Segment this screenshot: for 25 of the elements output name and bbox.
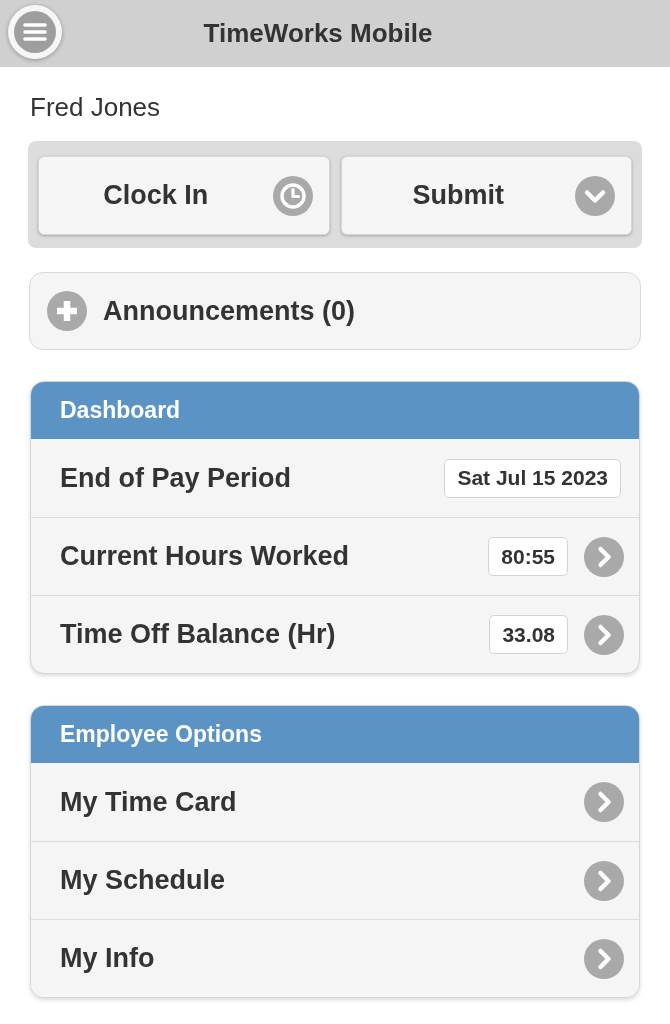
chevron-right-icon[interactable]	[584, 938, 624, 979]
row-label: Time Off Balance (Hr)	[60, 619, 337, 650]
clock-icon	[272, 175, 313, 216]
menu-button[interactable]	[8, 4, 62, 59]
menu-icon[interactable]	[14, 10, 56, 53]
chevron-right-icon[interactable]	[584, 536, 624, 577]
card-header: Employee Options	[31, 706, 639, 763]
submit-menu-button[interactable]: Submit	[340, 156, 632, 235]
menu-item[interactable]: My Info	[31, 919, 639, 997]
user-name: Fred Jones	[30, 92, 161, 122]
clock-in-button[interactable]: Clock In	[38, 156, 330, 235]
menu-item[interactable]: My Time Card	[31, 763, 639, 841]
chevron-down-icon	[575, 175, 615, 216]
menu-item[interactable]: My Schedule	[31, 841, 639, 919]
card-header: Dashboard	[31, 382, 639, 439]
chevron-right-icon[interactable]	[584, 614, 624, 655]
value-display: 33.08	[489, 615, 568, 654]
app-title: TimeWorks Mobile	[202, 18, 434, 49]
row-label: Current Hours Worked	[60, 541, 351, 572]
chevron-right-icon[interactable]	[584, 860, 624, 901]
chevron-right-icon[interactable]	[584, 782, 624, 822]
value-display: 80:55	[488, 537, 568, 576]
row-label: End of Pay Period	[60, 462, 293, 494]
value-display: Sat Jul 15 2023	[444, 458, 621, 498]
announcements-toggle[interactable]: Announcements (0)	[29, 272, 641, 350]
